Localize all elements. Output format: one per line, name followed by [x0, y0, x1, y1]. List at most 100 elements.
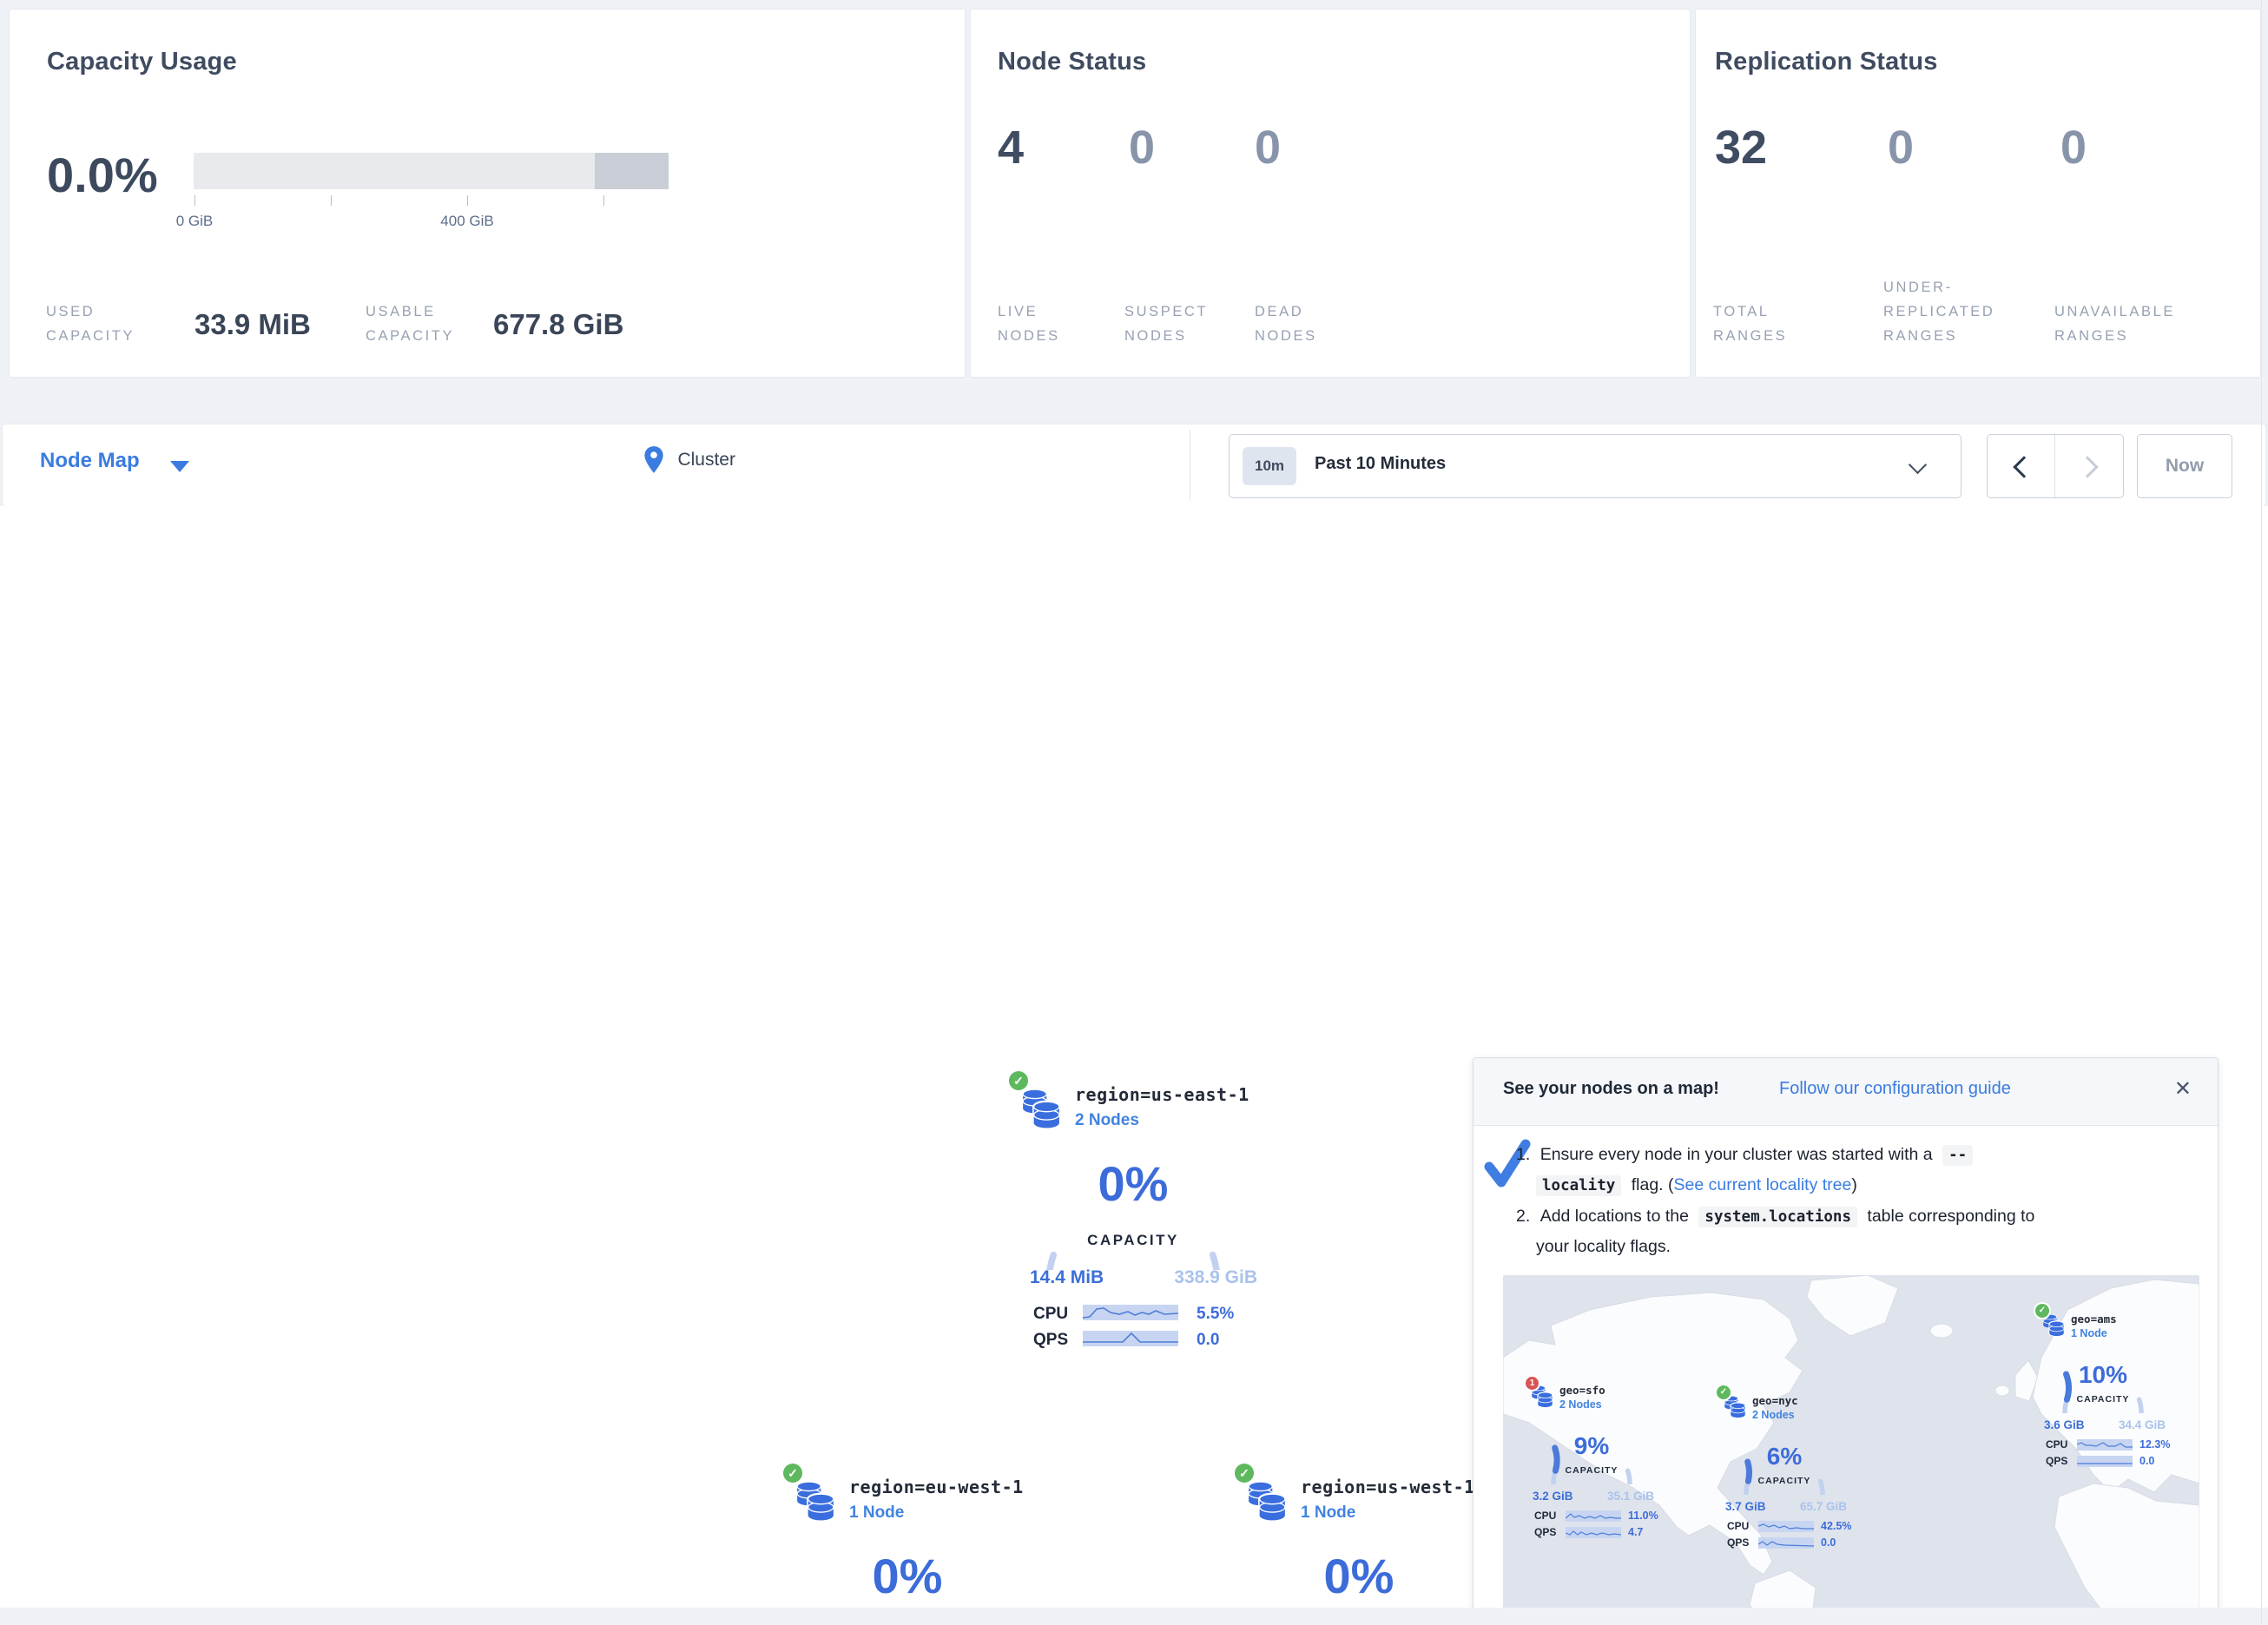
axis-tick-label: 0 GiB	[142, 213, 247, 230]
now-button[interactable]: Now	[2137, 434, 2232, 498]
node-status-title: Node Status	[998, 48, 1146, 76]
unavailable-label: UNAVAILABLE RANGES	[2054, 299, 2175, 348]
qps-label: QPS	[1033, 1331, 1068, 1350]
cpu-value: 5.5%	[1197, 1305, 1234, 1324]
total-capacity: 34.4 GiB	[2119, 1418, 2166, 1431]
qps-row: QPS 0.0	[2046, 1455, 2185, 1468]
cpu-row: CPU 11.0%	[1534, 1510, 1673, 1523]
locality-node-count: 2 Nodes	[1559, 1398, 1602, 1411]
usable-capacity-label: USABLE CAPACITY	[366, 299, 454, 348]
capacity-gauge: 6% CAPACITY	[1741, 1424, 1828, 1495]
cpu-value: 42.5%	[1821, 1520, 1851, 1532]
capacity-gauge: 0% CAPACITY	[1042, 1140, 1224, 1270]
node-map-canvas: region=us-east-1 2 Nodes 0% CAPACITY 14.…	[0, 506, 2268, 1608]
gauge-percent: 10%	[2060, 1361, 2146, 1389]
healthy-status-badge	[783, 1464, 802, 1483]
capacity-bar	[194, 153, 669, 189]
cpu-row: CPU 5.5%	[1033, 1305, 1242, 1322]
healthy-status-badge	[2035, 1304, 2049, 1318]
popup-step-1-line-1: 1. Ensure every node in your cluster was…	[1516, 1145, 1973, 1165]
region-node-count: 2 Nodes	[1075, 1111, 1139, 1130]
qps-sparkline	[1566, 1527, 1621, 1538]
dead-nodes-count: 0	[1255, 117, 1281, 178]
breadcrumb[interactable]: Cluster	[643, 445, 735, 480]
view-selector-label: Node Map	[40, 449, 140, 473]
axis-tick-label: 400 GiB	[415, 213, 519, 230]
replication-status-title: Replication Status	[1715, 48, 1938, 76]
code-chip: locality	[1536, 1175, 1621, 1196]
cpu-row: CPU 42.5%	[1727, 1520, 1866, 1533]
step-forward-button[interactable]	[2055, 435, 2122, 497]
toolbar: Node Map Cluster 10m Past 10 Minutes Now	[2, 424, 2266, 507]
time-range-label: Past 10 Minutes	[1315, 454, 1446, 474]
axis-tick	[467, 195, 468, 206]
example-node-map-image: 1 geo=sfo 2 Nodes 9% CAPACITY 3.2 GiB 35…	[1503, 1275, 2199, 1622]
capacity-percent: 0.0%	[47, 145, 158, 206]
used-capacity-value: 33.9 MiB	[194, 308, 311, 341]
popup-header: See your nodes on a map! Follow our conf…	[1474, 1058, 2218, 1126]
capacity-gauge: 9% CAPACITY	[1548, 1413, 1635, 1484]
axis-tick	[331, 195, 332, 206]
region-title: region=us-east-1	[1075, 1084, 1249, 1105]
qps-value: 0.0	[2139, 1455, 2154, 1467]
region-node-count: 1 Node	[1301, 1503, 1355, 1523]
gauge-capacity-label: CAPACITY	[1548, 1465, 1635, 1476]
region-card-us-east-1[interactable]: region=us-east-1 2 Nodes 0% CAPACITY 14.…	[1007, 1070, 1261, 1359]
locality-node-count: 1 Node	[2071, 1327, 2107, 1339]
total-ranges-label: TOTAL RANGES	[1713, 299, 1787, 348]
map-pin-icon	[643, 445, 665, 475]
healthy-status-badge	[1235, 1464, 1254, 1483]
total-capacity: 65.7 GiB	[1800, 1500, 1847, 1513]
database-stack-icon	[795, 1480, 835, 1522]
region-card-eu-west-1[interactable]: region=eu-west-1 1 Node 0% CAPACITY 9.9 …	[781, 1463, 1035, 1625]
gauge-percent: 6%	[1741, 1443, 1828, 1470]
qps-row: QPS 0.0	[1727, 1536, 1866, 1549]
locality-title: geo=sfo	[1559, 1384, 1605, 1397]
chevron-right-icon	[2076, 456, 2098, 477]
qps-sparkline	[2077, 1456, 2133, 1467]
cpu-row: CPU 12.3%	[2046, 1438, 2185, 1451]
popup-title: See your nodes on a map!	[1503, 1079, 1719, 1099]
usable-capacity-value: 677.8 GiB	[493, 308, 623, 341]
step-back-button[interactable]	[1988, 435, 2054, 497]
nodes-on-map-popup: See your nodes on a map! Follow our conf…	[1473, 1057, 2219, 1625]
gauge-capacity-label: CAPACITY	[1042, 1232, 1224, 1249]
qps-sparkline	[1083, 1331, 1178, 1346]
gauge-percent: 9%	[1548, 1432, 1635, 1460]
gauge-percent: 0%	[1042, 1155, 1224, 1212]
region-card-us-west-1[interactable]: region=us-west-1 1 Node 0% CAPACITY 9.6 …	[1233, 1463, 1487, 1625]
locality-title: geo=nyc	[1752, 1394, 1798, 1407]
used-capacity: 14.4 MiB	[1030, 1267, 1104, 1288]
healthy-status-badge	[1009, 1071, 1028, 1090]
cpu-value: 12.3%	[2139, 1438, 2170, 1451]
used-capacity: 3.2 GiB	[1533, 1490, 1573, 1503]
time-range-selector[interactable]: 10m Past 10 Minutes	[1229, 434, 1961, 498]
gauge-capacity-label: CAPACITY	[2060, 1394, 2146, 1405]
total-capacity: 338.9 GiB	[1174, 1267, 1257, 1288]
scroll-track-border	[2261, 0, 2262, 1625]
live-nodes-label: LIVE NODES	[998, 299, 1060, 348]
popup-step-2-line-2: your locality flags.	[1536, 1237, 1671, 1257]
gauge-percent: 0%	[816, 1548, 999, 1604]
used-capacity: 3.7 GiB	[1725, 1500, 1766, 1513]
qps-value: 0.0	[1821, 1536, 1836, 1549]
popup-step-2-line-1: 2. Add locations to the system.locations…	[1516, 1207, 2034, 1227]
close-icon[interactable]: ✕	[2174, 1077, 2192, 1102]
cpu-sparkline	[2077, 1439, 2133, 1451]
database-stack-icon	[1021, 1088, 1061, 1129]
capacity-bar-reserved-segment	[595, 153, 669, 189]
cpu-label: CPU	[1033, 1305, 1068, 1324]
locality-tree-link[interactable]: See current locality tree	[1674, 1175, 1852, 1194]
view-selector-dropdown[interactable]: Node Map	[3, 424, 228, 506]
node-map-dashboard: Capacity Usage 0.0% 0 GiB 400 GiB USED C…	[0, 0, 2268, 1625]
database-stack-icon	[1247, 1480, 1287, 1522]
configuration-guide-link[interactable]: Follow our configuration guide	[1779, 1079, 2011, 1099]
axis-tick	[603, 195, 604, 206]
locality-title: geo=ams	[2071, 1312, 2117, 1326]
used-capacity: 3.6 GiB	[2044, 1418, 2085, 1431]
region-node-count: 1 Node	[849, 1503, 904, 1523]
under-replicated-count: 0	[1888, 117, 1914, 178]
cpu-sparkline	[1758, 1521, 1814, 1532]
cpu-sparkline	[1083, 1305, 1178, 1320]
region-title: region=us-west-1	[1301, 1477, 1475, 1497]
